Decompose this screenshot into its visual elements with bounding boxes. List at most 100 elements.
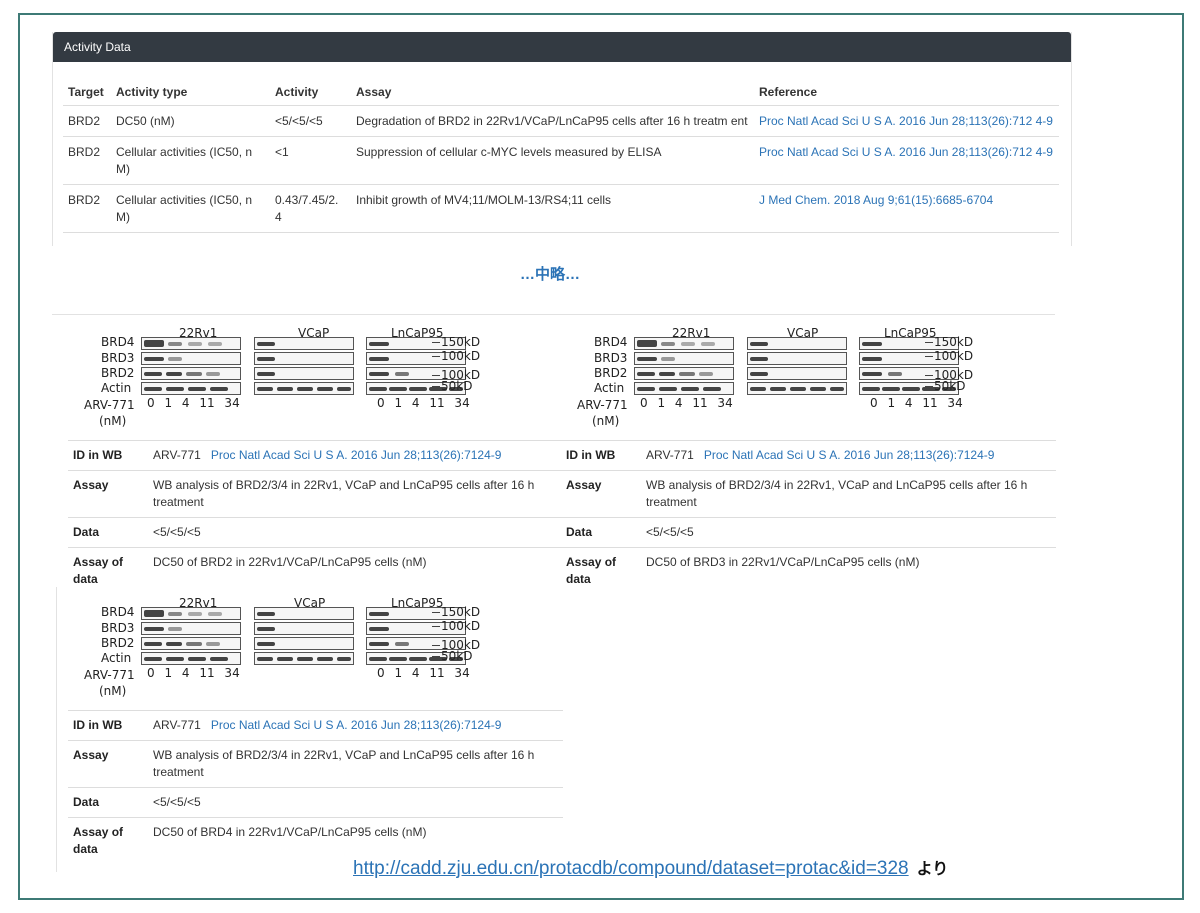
protein-label: BRD2 xyxy=(101,636,135,650)
activity-data-panel: Activity Data Target Activity type Activ… xyxy=(52,32,1072,246)
blot-band-row xyxy=(254,637,354,650)
dose-labels: 0 1 4 11 34 xyxy=(870,396,963,410)
blot-band-row xyxy=(747,367,847,380)
section-divider xyxy=(52,314,1055,315)
compound-label: ARV-771 xyxy=(84,668,135,682)
cell-activity-type: Cellular activities (IC50, n M) xyxy=(111,184,270,233)
molecular-weight-marker: 100kD xyxy=(924,349,974,363)
unit-label: (nM) xyxy=(99,414,127,428)
molecular-weight-marker: 50kD xyxy=(431,379,473,393)
protein-label: BRD4 xyxy=(101,605,135,619)
table-row: BRD2 DC50 (nM) <5/<5/<5 Degradation of B… xyxy=(63,105,1059,137)
cell-target: BRD2 xyxy=(63,184,111,233)
molecular-weight-marker: 100kD xyxy=(431,619,481,633)
field-label: Data xyxy=(68,517,148,548)
id-value: ARV-771 xyxy=(153,448,201,462)
column-header-reference[interactable]: Reference xyxy=(754,79,1059,106)
table-row: Data <5/<5/<5 xyxy=(68,787,563,818)
cell-activity-type: DC50 (nM) xyxy=(111,105,270,137)
table-row: Assay WB analysis of BRD2/3/4 in 22Rv1, V… xyxy=(68,740,563,788)
blot-band-row xyxy=(634,337,734,350)
compound-label: ARV-771 xyxy=(577,398,628,412)
blot-band-row xyxy=(254,652,354,665)
blot-band-row xyxy=(141,622,241,635)
dose-labels: 0 1 4 11 34 xyxy=(147,396,240,410)
cell-activity: 0.43/7.45/2. 4 xyxy=(270,184,351,233)
molecular-weight-marker: 150kD xyxy=(924,335,974,349)
field-value: WB analysis of BRD2/3/4 in 22Rv1, VCaP a… xyxy=(148,470,563,518)
cell-target: BRD2 xyxy=(63,105,111,137)
cell-assay: Degradation of BRD2 in 22Rv1/VCaP/LnCaP9… xyxy=(351,105,754,137)
field-label: ID in WB xyxy=(561,440,641,471)
molecular-weight-marker: 50kD xyxy=(924,379,966,393)
table-row: Data <5/<5/<5 xyxy=(561,517,1056,548)
blot-band-row xyxy=(254,607,354,620)
field-value: WB analysis of BRD2/3/4 in 22Rv1, VCaP a… xyxy=(148,740,563,788)
western-blot-card-brd3: 22Rv1 VCaP LnCaP95 BRD4 BRD3 BRD2 Actin … xyxy=(561,318,1056,594)
field-value: <5/<5/<5 xyxy=(148,517,563,548)
field-label: Data xyxy=(561,517,641,548)
protein-label: Actin xyxy=(101,651,132,665)
cell-target: BRD2 xyxy=(63,136,111,185)
protein-label: BRD4 xyxy=(101,335,135,349)
field-value: <5/<5/<5 xyxy=(148,787,563,818)
blot-band-row xyxy=(634,352,734,365)
reference-link[interactable]: Proc Natl Acad Sci U S A. 2016 Jun 28;11… xyxy=(754,105,1059,137)
field-label: ID in WB xyxy=(68,440,148,471)
protein-label: BRD2 xyxy=(101,366,135,380)
protein-label: BRD3 xyxy=(101,351,135,365)
table-row: ID in WB ARV-771 Proc Natl Acad Sci U S A.… xyxy=(68,440,563,471)
protein-label: Actin xyxy=(101,381,132,395)
blot-band-row xyxy=(747,382,847,395)
blot-band-row xyxy=(254,367,354,380)
wb-info-table: ID in WB ARV-771 Proc Natl Acad Sci U S A.… xyxy=(68,440,563,594)
source-url-link[interactable]: http://cadd.zju.edu.cn/protacdb/compound… xyxy=(353,858,909,879)
panel-header: Activity Data xyxy=(53,32,1071,62)
section-divider xyxy=(56,587,57,872)
blot-band-row xyxy=(254,352,354,365)
id-value: ARV-771 xyxy=(153,718,201,732)
blot-band-row xyxy=(254,382,354,395)
table-header-row: Target Activity type Activity Assay Refe… xyxy=(63,79,1059,106)
column-header-activity[interactable]: Activity xyxy=(270,79,351,106)
blot-band-row xyxy=(141,637,241,650)
field-value: ARV-771 Proc Natl Acad Sci U S A. 2016 Ju… xyxy=(148,440,563,471)
blot-band-row xyxy=(254,622,354,635)
blot-band-row xyxy=(141,337,241,350)
column-header-target[interactable]: Target xyxy=(63,79,111,106)
field-value: DC50 of BRD3 in 22Rv1/VCaP/LnCaP95 cells… xyxy=(641,547,1056,594)
table-row: Assay WB analysis of BRD2/3/4 in 22Rv1, V… xyxy=(561,470,1056,518)
western-blot-image: 22Rv1 VCaP LnCaP95 BRD4 BRD3 BRD2 Actin … xyxy=(561,318,1056,440)
field-label: Assay xyxy=(68,740,148,788)
reference-link[interactable]: Proc Natl Acad Sci U S A. 2016 Jun 28;11… xyxy=(704,448,995,462)
id-value: ARV-771 xyxy=(646,448,694,462)
western-blot-image: 22Rv1 VCaP LnCaP95 BRD4 BRD3 BRD2 Actin … xyxy=(68,588,563,710)
field-value: ARV-771 Proc Natl Acad Sci U S A. 2016 Ju… xyxy=(148,710,563,741)
reference-link[interactable]: Proc Natl Acad Sci U S A. 2016 Jun 28;11… xyxy=(211,718,502,732)
cell-activity-type: Cellular activities (IC50, n M) xyxy=(111,136,270,185)
blot-band-row xyxy=(141,607,241,620)
field-label: Assay xyxy=(561,470,641,518)
column-header-assay[interactable]: Assay xyxy=(351,79,754,106)
omission-marker: …中略… xyxy=(519,266,580,283)
field-label: Assay xyxy=(68,470,148,518)
field-label: ID in WB xyxy=(68,710,148,741)
blot-band-row xyxy=(634,367,734,380)
reference-link[interactable]: J Med Chem. 2018 Aug 9;61(15):6685-6704 xyxy=(754,184,1059,233)
field-label: Assay of data xyxy=(561,547,641,594)
reference-link[interactable]: Proc Natl Acad Sci U S A. 2016 Jun 28;11… xyxy=(211,448,502,462)
blot-band-row xyxy=(254,337,354,350)
cell-activity: <1 xyxy=(270,136,351,185)
blot-band-row xyxy=(634,382,734,395)
molecular-weight-marker: 50kD xyxy=(431,649,473,663)
column-header-activity-type[interactable]: Activity type xyxy=(111,79,270,106)
blot-band-row xyxy=(141,352,241,365)
table-row: ID in WB ARV-771 Proc Natl Acad Sci U S A.… xyxy=(561,440,1056,471)
blot-band-row xyxy=(747,337,847,350)
western-blot-card-brd4: 22Rv1 VCaP LnCaP95 BRD4 BRD3 BRD2 Actin … xyxy=(68,588,563,864)
reference-link[interactable]: Proc Natl Acad Sci U S A. 2016 Jun 28;11… xyxy=(754,136,1059,185)
protein-label: BRD4 xyxy=(594,335,628,349)
source-suffix: より xyxy=(916,861,949,878)
cell-assay: Inhibit growth of MV4;11/MOLM-13/RS4;11 … xyxy=(351,184,754,233)
blot-band-row xyxy=(141,382,241,395)
